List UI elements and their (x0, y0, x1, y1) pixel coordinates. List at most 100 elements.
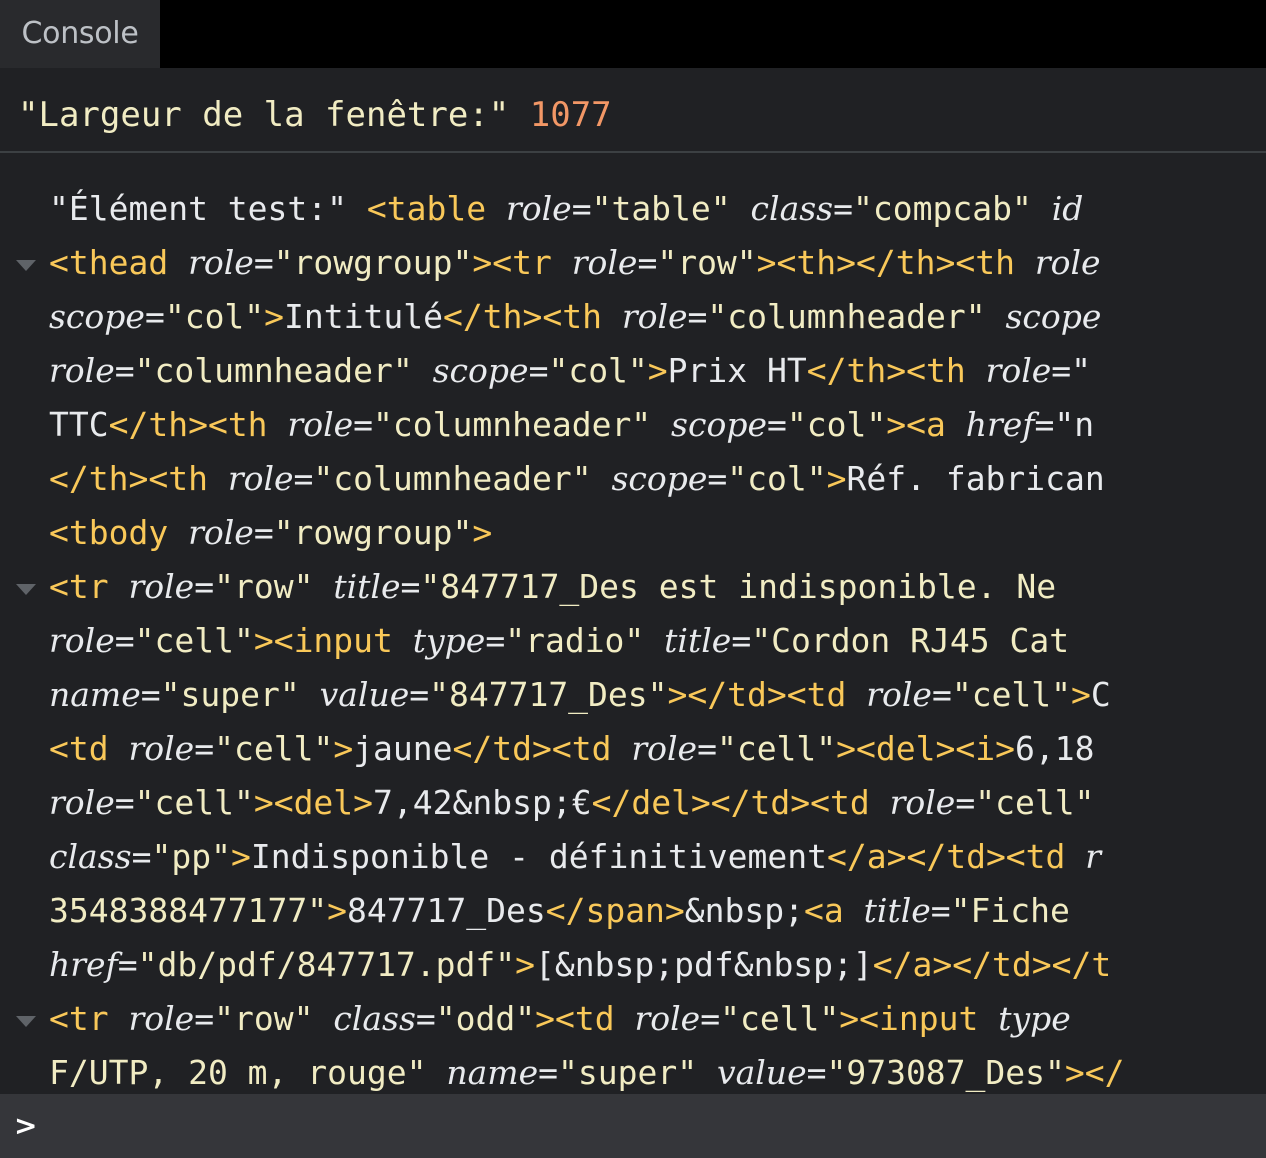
code-token: = (687, 297, 708, 336)
code-token: = (485, 621, 506, 660)
code-token: role (889, 783, 956, 822)
console-prompt[interactable]: > (0, 1094, 1266, 1158)
code-token: ></ (1064, 1053, 1125, 1092)
code-line: role="cell"><input type="radio" title="C… (49, 614, 1069, 668)
code-token: r (1085, 837, 1102, 876)
code-token: </del></td><td (591, 783, 890, 822)
code-token: = (140, 675, 161, 714)
code-token: > (1071, 675, 1091, 714)
code-token: = (806, 1053, 827, 1092)
code-token: = (955, 783, 976, 822)
code-token: > (230, 837, 251, 876)
code-token: = (415, 999, 436, 1038)
code-token: Intitulé (284, 297, 443, 336)
code-token: <tr (49, 567, 129, 606)
code-line: "Élément test:" <table role="table" clas… (49, 182, 1083, 236)
tab-console[interactable]: Console (0, 0, 160, 68)
code-line: TTC</th><th role="columnheader" scope="c… (49, 398, 1094, 452)
code-token: "Cordon RJ45 Cat (751, 621, 1070, 660)
code-token: = (707, 459, 728, 498)
code-token: = (528, 351, 549, 390)
prompt-caret-icon: > (14, 1109, 38, 1142)
code-token: "columnheader" (707, 297, 1006, 336)
code-token: = (131, 837, 152, 876)
code-line: <tr role="row" class="odd"><td role="cel… (49, 992, 1071, 1046)
code-token: </a></td><td (827, 837, 1086, 876)
code-token: [&nbsp;pdf&nbsp;] (535, 945, 873, 984)
code-token: = (194, 729, 215, 768)
code-line: role="columnheader" scope="col">Prix HT<… (49, 344, 1091, 398)
code-token: "cell" (134, 783, 254, 822)
code-token: jaune (353, 729, 453, 768)
code-token: role (128, 999, 195, 1038)
code-token: "columnheader" (373, 405, 672, 444)
code-token: &nbsp; (684, 891, 805, 930)
code-line: class="pp">Indisponible - définitivement… (49, 830, 1101, 884)
code-line: href="db/pdf/847717.pdf">[&nbsp;pdf&nbsp… (49, 938, 1111, 992)
log-number: 1077 (529, 95, 612, 135)
code-token: scope (1005, 297, 1102, 336)
code-token: = (731, 621, 752, 660)
code-token: "row" (214, 567, 334, 606)
code-token: "table" (591, 189, 751, 228)
code-token: </th><th (108, 405, 288, 444)
code-token: ><input (253, 621, 413, 660)
code-token: role (866, 675, 932, 714)
code-line: scope="col">Intitulé</th><th role="colum… (49, 290, 1101, 344)
console-message-window-width: "Largeur de la fenêtre:" 1077 (18, 90, 612, 140)
code-token: "cell" (951, 675, 1072, 714)
code-token: = (253, 243, 274, 282)
code-token: > (826, 459, 847, 498)
code-token: = (931, 675, 952, 714)
code-token: = (114, 621, 135, 660)
code-token: class (49, 837, 132, 876)
code-token: C (1090, 675, 1111, 714)
code-token: role (985, 351, 1052, 390)
code-token: </a></td></t (872, 945, 1112, 984)
code-token: value (319, 675, 410, 714)
code-token: = (833, 189, 853, 228)
code-token: "cell" (214, 729, 334, 768)
code-token: title (333, 567, 401, 606)
code-token: = (253, 513, 274, 552)
code-token: = (637, 243, 658, 282)
code-token: role (49, 351, 115, 390)
code-token: = (117, 945, 138, 984)
code-token: "Élément test:" (49, 189, 367, 228)
code-token: ><tr (472, 243, 572, 282)
code-token: "columnheader" (134, 351, 433, 390)
code-line: <tbody role="rowgroup"> (49, 506, 492, 560)
code-token: role (49, 783, 115, 822)
code-token: "973087_Des" (826, 1053, 1065, 1092)
expand-triangle-icon[interactable] (16, 584, 36, 595)
code-token: "col" (164, 297, 265, 336)
code-token: role (188, 243, 254, 282)
expand-triangle-icon[interactable] (16, 260, 36, 271)
code-token: class (333, 999, 416, 1038)
code-token: role (571, 243, 638, 282)
code-token: "super" (557, 1053, 717, 1092)
expand-triangle-icon[interactable] (16, 1016, 36, 1027)
code-token: role (621, 297, 688, 336)
code-token: id (1051, 189, 1084, 228)
code-line: role="cell"><del>7,42&nbsp;€</del></td><… (49, 776, 1094, 830)
code-token: ><a (886, 405, 966, 444)
console-tabbar: Console (0, 0, 1266, 68)
code-token: href (965, 405, 1035, 444)
code-token: = (114, 351, 135, 390)
code-token: = (400, 567, 421, 606)
code-token: ><td (535, 999, 635, 1038)
code-token: type (998, 999, 1071, 1038)
code-token: = (409, 675, 430, 714)
code-line: <thead role="rowgroup"><tr role="row"><t… (49, 236, 1101, 290)
code-line: name="super" value="847717_Des"></td><td… (49, 668, 1111, 722)
code-token: <td (49, 729, 129, 768)
code-token: > (264, 297, 285, 336)
code-token: type (412, 621, 486, 660)
code-token: = (538, 1053, 558, 1092)
code-token: F/UTP, 20 m, rouge" (49, 1053, 447, 1092)
code-token: role (631, 729, 698, 768)
code-line: 3548388477177">847717_Des</span>&nbsp;<a… (49, 884, 1090, 938)
code-token: href (49, 945, 118, 984)
code-token: name (446, 1053, 539, 1092)
